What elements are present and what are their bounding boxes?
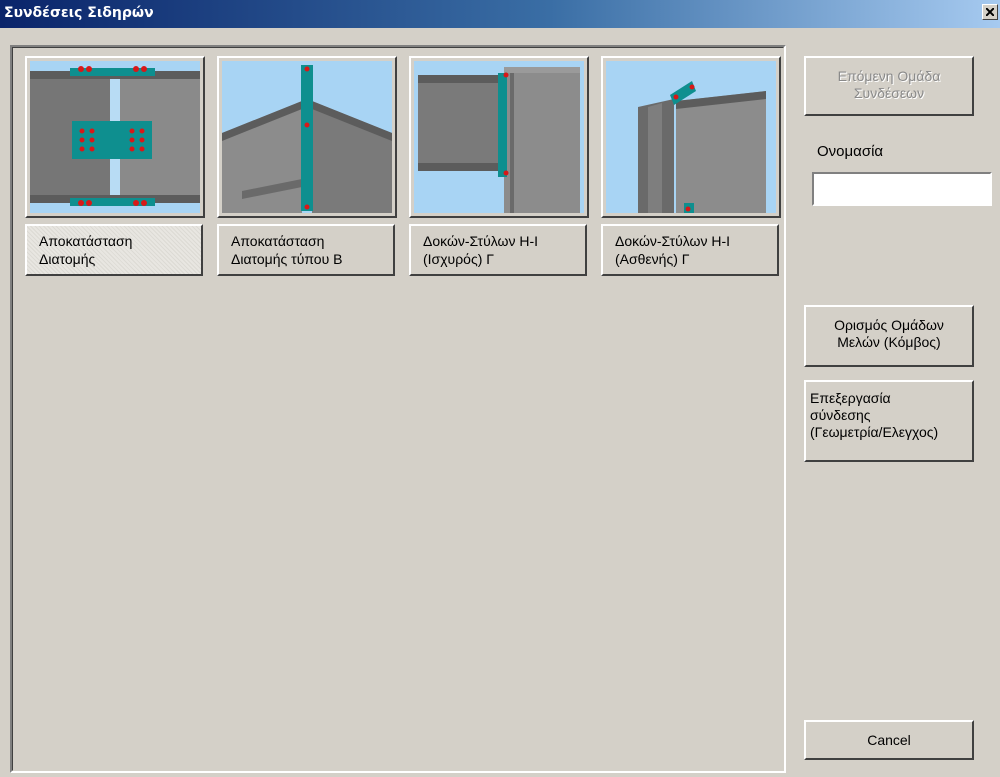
connection-label-line-2: (Ισχυρός) Γ — [423, 251, 494, 267]
edit-connection-line-1: Επεξεργασία — [810, 390, 891, 406]
close-button[interactable] — [982, 4, 998, 20]
define-groups-line-1: Ορισμός Ομάδων — [834, 317, 944, 333]
define-member-groups-button[interactable]: Ορισμός Ομάδων Μελών (Κόμβος) — [804, 305, 974, 367]
connection-button-2[interactable]: Αποκατάσταση Διατομής τύπου Β — [217, 224, 395, 276]
connection-label-line-1: Δοκών-Στύλων Η-Ι — [615, 233, 731, 249]
connection-label-line-2: Διατομής — [39, 251, 96, 267]
name-input[interactable] — [812, 172, 992, 206]
name-label: Ονομασία — [817, 143, 884, 160]
beam-column-strong-axis-connection-icon — [414, 61, 584, 213]
define-groups-line-2: Μελών (Κόμβος) — [837, 334, 941, 350]
beam-column-weak-axis-connection-icon — [606, 61, 776, 213]
section-restoration-connection-icon — [30, 61, 200, 213]
connection-button-1[interactable]: Αποκατάσταση Διατομής — [25, 224, 203, 276]
window-title: Συνδέσεις Σιδηρών — [4, 5, 154, 21]
cancel-label: Cancel — [867, 732, 911, 748]
cancel-button[interactable]: Cancel — [804, 720, 974, 760]
connection-button-3[interactable]: Δοκών-Στύλων Η-Ι (Ισχυρός) Γ — [409, 224, 587, 276]
next-group-line-1: Επόμενη Ομάδα — [837, 68, 941, 84]
connection-label-line-1: Αποκατάσταση — [39, 233, 133, 249]
edit-connection-line-3: (Γεωμετρία/Ελεγχος) — [810, 424, 939, 440]
connection-thumbnail-4[interactable] — [601, 56, 781, 218]
next-group-button[interactable]: Επόμενη Ομάδα Συνδέσεων — [804, 56, 974, 116]
connection-label-line-2: Διατομής τύπου Β — [231, 251, 343, 267]
close-icon — [986, 8, 994, 16]
title-bar: Συνδέσεις Σιδηρών — [0, 0, 1000, 28]
connection-button-4[interactable]: Δοκών-Στύλων Η-Ι (Ασθενής) Γ — [601, 224, 779, 276]
next-group-line-2: Συνδέσεων — [853, 85, 925, 101]
connection-thumbnail-3[interactable] — [409, 56, 589, 218]
connection-label-line-2: (Ασθενής) Γ — [615, 251, 690, 267]
section-restoration-type-b-connection-icon — [222, 61, 392, 213]
connection-thumbnail-2[interactable] — [217, 56, 397, 218]
edit-connection-button[interactable]: Επεξεργασία σύνδεσης (Γεωμετρία/Ελεγχος) — [804, 380, 974, 462]
connection-label-line-1: Δοκών-Στύλων Η-Ι — [423, 233, 539, 249]
edit-connection-line-2: σύνδεσης — [810, 407, 871, 423]
connection-thumbnail-1[interactable] — [25, 56, 205, 218]
connection-label-line-1: Αποκατάσταση — [231, 233, 325, 249]
